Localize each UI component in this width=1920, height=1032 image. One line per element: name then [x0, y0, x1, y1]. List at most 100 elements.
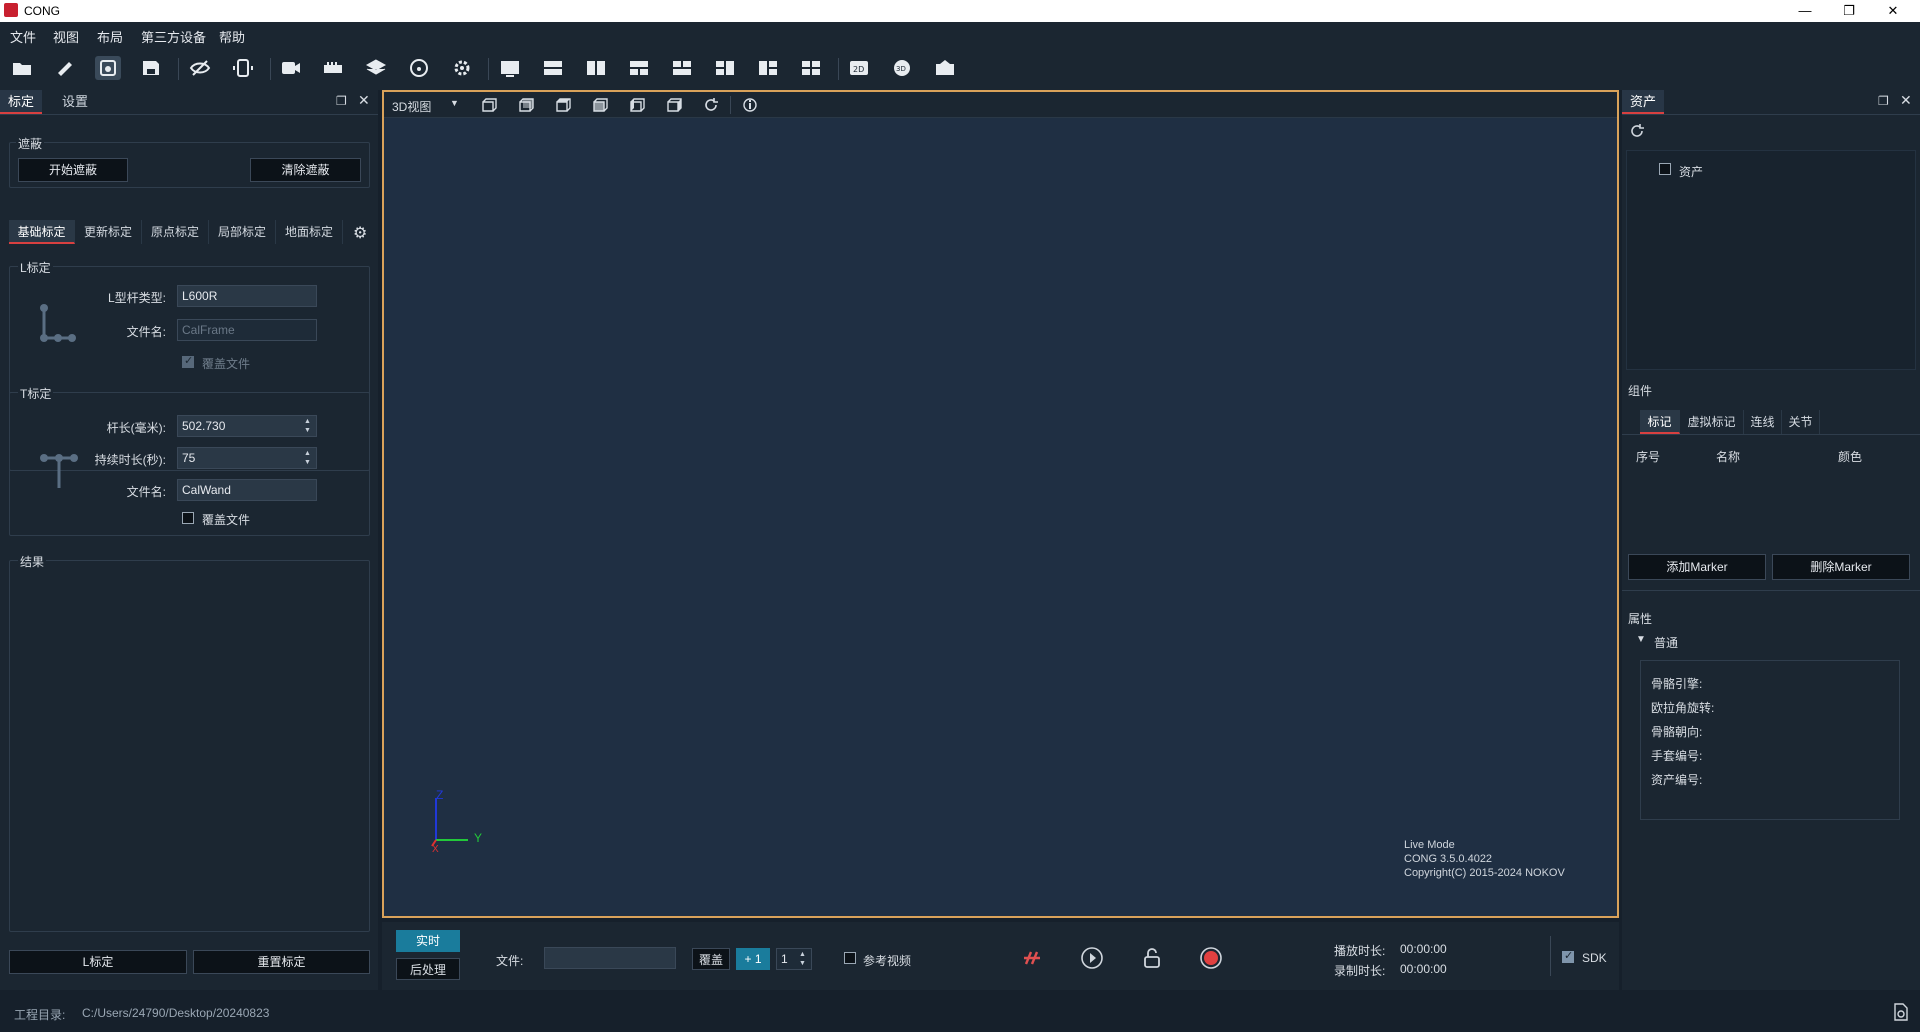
- result-title: 结果: [18, 553, 47, 570]
- sdk-checkbox[interactable]: [1562, 949, 1574, 963]
- view-right-icon[interactable]: [665, 97, 683, 113]
- layout-vertical-icon[interactable]: [583, 56, 609, 80]
- menu-view[interactable]: 视图: [53, 27, 79, 46]
- l-calibrate-button[interactable]: L标定: [9, 950, 187, 974]
- reset-view-icon[interactable]: [702, 97, 720, 113]
- view-top-icon[interactable]: [554, 97, 572, 113]
- l-overwrite-checkbox[interactable]: [182, 354, 194, 368]
- view-back-icon[interactable]: [517, 97, 535, 113]
- info-icon[interactable]: [741, 97, 759, 113]
- comp-tab-marker[interactable]: 标记: [1640, 410, 1680, 434]
- view-2d-icon[interactable]: 2D: [846, 56, 872, 80]
- record-icon[interactable]: [1199, 946, 1223, 970]
- l-filename-field[interactable]: CalFrame: [177, 319, 317, 341]
- view-left-icon[interactable]: [628, 97, 646, 113]
- close-window-button[interactable]: ✕: [1870, 2, 1916, 20]
- file-field[interactable]: [544, 947, 676, 969]
- spin-up-icon[interactable]: ▲: [304, 418, 312, 426]
- 3d-viewport[interactable]: 3D视图 ▼ Z Y X Live Mode CONG 3.5.0.4022 C…: [382, 90, 1619, 918]
- subtab-ground[interactable]: 地面标定: [276, 220, 343, 244]
- link-icon[interactable]: [1020, 946, 1044, 970]
- menu-layout[interactable]: 布局: [97, 27, 123, 46]
- asset-item-label[interactable]: 资产: [1679, 163, 1703, 180]
- layout-single-icon[interactable]: [497, 56, 523, 80]
- t-length-spinbox[interactable]: 502.730 ▲ ▼: [177, 415, 317, 437]
- layout-three-top-icon[interactable]: [626, 56, 652, 80]
- reference-video-checkbox[interactable]: [844, 952, 856, 964]
- close-panel-icon[interactable]: ✕: [358, 92, 370, 109]
- tab-calibration[interactable]: 标定: [0, 90, 43, 114]
- open-folder-icon[interactable]: [9, 56, 35, 80]
- document-search-icon[interactable]: [1892, 1002, 1910, 1022]
- close-panel-icon[interactable]: ✕: [1900, 92, 1912, 109]
- layers-icon[interactable]: [363, 56, 389, 80]
- t-filename-field[interactable]: CalWand: [177, 479, 317, 501]
- count-spinbox[interactable]: 1 ▲ ▼: [776, 948, 812, 970]
- play-icon[interactable]: [1080, 946, 1104, 970]
- t-duration-spinbox[interactable]: 75 ▲ ▼: [177, 447, 317, 469]
- delete-marker-button[interactable]: 删除Marker: [1772, 554, 1910, 580]
- layout-horizontal-icon[interactable]: [540, 56, 566, 80]
- properties-box: 骨骼引擎: 欧拉角旋转: 骨骼朝向: 手套编号: 资产编号:: [1640, 660, 1900, 820]
- subtab-origin[interactable]: 原点标定: [142, 220, 209, 244]
- export-icon[interactable]: [932, 56, 958, 80]
- start-mask-button[interactable]: 开始遮蔽: [18, 158, 128, 182]
- tab-settings[interactable]: 设置: [54, 90, 96, 114]
- mask-group-title: 遮蔽: [16, 135, 45, 152]
- spin-up-icon[interactable]: ▲: [799, 951, 807, 959]
- comp-tab-joint[interactable]: 关节: [1782, 410, 1820, 434]
- hide-icon[interactable]: [187, 56, 213, 80]
- reset-calibration-button[interactable]: 重置标定: [193, 950, 370, 974]
- float-panel-icon[interactable]: ❐: [336, 94, 347, 108]
- refresh-icon[interactable]: [1628, 122, 1646, 140]
- l-type-field[interactable]: L600R: [177, 285, 317, 307]
- calibration-settings-gear-icon[interactable]: ⚙: [353, 223, 367, 243]
- spin-down-icon[interactable]: ▼: [304, 459, 312, 467]
- clear-mask-button[interactable]: 清除遮蔽: [250, 158, 361, 182]
- wifi-router-icon[interactable]: [406, 56, 432, 80]
- realtime-button[interactable]: 实时: [396, 930, 460, 952]
- float-panel-icon[interactable]: ❐: [1878, 94, 1889, 108]
- layout-three-bottom-icon[interactable]: [669, 56, 695, 80]
- spin-up-icon[interactable]: ▲: [304, 450, 312, 458]
- menu-help[interactable]: 帮助: [219, 27, 245, 46]
- save-camera-icon[interactable]: [95, 56, 121, 80]
- spin-down-icon[interactable]: ▼: [304, 427, 312, 435]
- minimize-button[interactable]: —: [1782, 2, 1828, 20]
- layout-three-right-icon[interactable]: [712, 56, 738, 80]
- expand-triangle-icon[interactable]: ▼: [1636, 634, 1646, 645]
- view-bottom-icon[interactable]: [591, 97, 609, 113]
- plus-one-button[interactable]: + 1: [736, 948, 770, 970]
- chevron-down-icon[interactable]: ▼: [450, 98, 459, 108]
- view-3d-icon[interactable]: 3D: [889, 56, 915, 80]
- subtab-basic[interactable]: 基础标定: [9, 220, 75, 244]
- t-overwrite-checkbox[interactable]: [182, 512, 194, 524]
- save-icon[interactable]: [138, 56, 164, 80]
- l-type-label: L型杆类型:: [107, 291, 166, 305]
- settings-gear-icon[interactable]: [449, 56, 475, 80]
- menu-file[interactable]: 文件: [10, 27, 36, 46]
- maximize-button[interactable]: ❐: [1826, 2, 1872, 20]
- overlay-button[interactable]: 覆盖: [692, 948, 730, 970]
- layout-three-left-icon[interactable]: [755, 56, 781, 80]
- ruler-icon[interactable]: [52, 56, 78, 80]
- post-process-button[interactable]: 后处理: [396, 958, 460, 980]
- spin-down-icon[interactable]: ▼: [799, 960, 807, 968]
- layout-quad-icon[interactable]: [798, 56, 824, 80]
- menu-third-party[interactable]: 第三方设备: [141, 27, 206, 46]
- asset-checkbox[interactable]: [1659, 163, 1671, 175]
- subtab-local[interactable]: 局部标定: [209, 220, 276, 244]
- view-front-icon[interactable]: [480, 97, 498, 113]
- subtab-update[interactable]: 更新标定: [75, 220, 142, 244]
- viewport-toolbar: 3D视图 ▼: [384, 92, 1617, 118]
- phone-sync-icon[interactable]: [230, 56, 256, 80]
- add-marker-button[interactable]: 添加Marker: [1628, 554, 1766, 580]
- comp-tab-link[interactable]: 连线: [1744, 410, 1782, 434]
- unlock-icon[interactable]: [1140, 946, 1164, 970]
- comp-tab-virtual-marker[interactable]: 虚拟标记: [1680, 410, 1744, 434]
- camera-off-icon[interactable]: [278, 56, 304, 80]
- viewport-info: Live Mode CONG 3.5.0.4022 Copyright(C) 2…: [1404, 838, 1565, 880]
- view-select[interactable]: 3D视图: [392, 98, 431, 115]
- ruler-scale-icon[interactable]: [320, 56, 346, 80]
- tab-assets[interactable]: 资产: [1622, 90, 1665, 114]
